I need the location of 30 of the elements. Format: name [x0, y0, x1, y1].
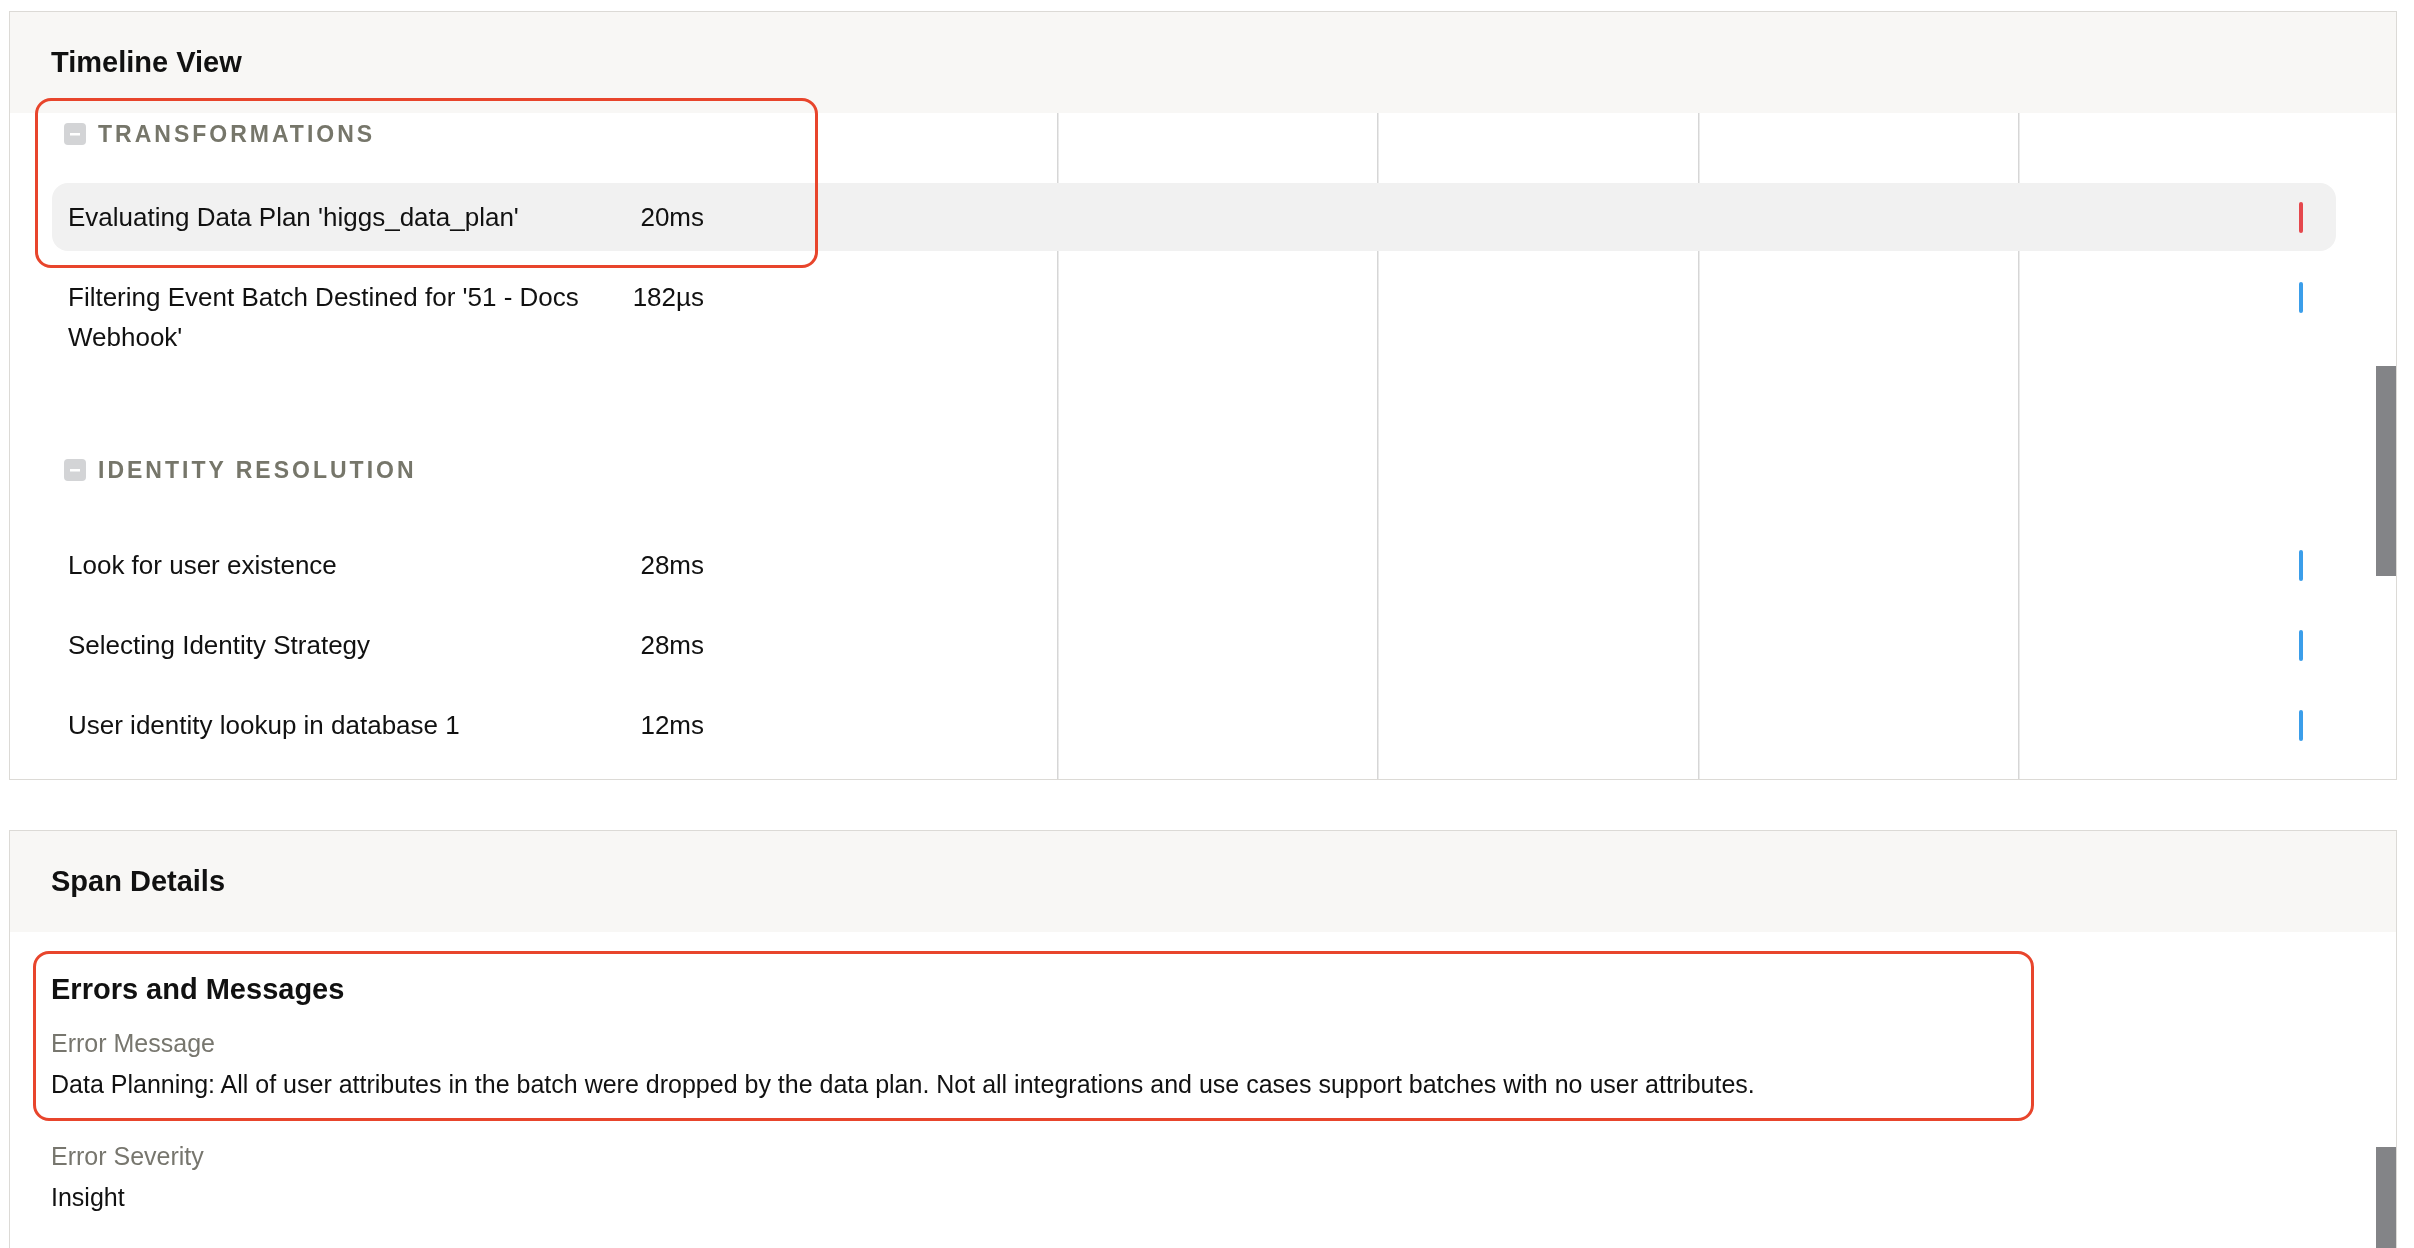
collapse-icon[interactable]: [64, 123, 86, 145]
span-row[interactable]: Selecting Identity Strategy 28ms: [52, 611, 2336, 679]
collapse-icon[interactable]: [64, 459, 86, 481]
span-name: Evaluating Data Plan 'higgs_data_plan': [68, 201, 520, 234]
span-row[interactable]: Look for user existence 28ms: [52, 531, 2336, 599]
panel-title: Timeline View: [51, 46, 242, 79]
scrollbar-thumb[interactable]: [2376, 366, 2396, 576]
span-name: Look for user existence: [68, 549, 338, 582]
span-duration: 28ms: [639, 549, 704, 582]
span-row[interactable]: Evaluating Data Plan 'higgs_data_plan' 20ms: [52, 183, 2336, 251]
span-row[interactable]: User identity lookup in database 1 12ms: [52, 691, 2336, 759]
span-name: Filtering Event Batch Destined for '51 - Docs Webhook': [68, 281, 580, 354]
section-heading: Errors and Messages: [51, 972, 346, 1007]
field-label: Error Message: [51, 1028, 216, 1059]
field-label: Error Severity: [51, 1141, 205, 1172]
span-duration: 28ms: [639, 629, 704, 662]
span-name: Selecting Identity Strategy: [68, 629, 372, 662]
span-name: User identity lookup in database 1: [68, 709, 461, 742]
group-label: IDENTITY RESOLUTION: [98, 456, 417, 484]
group-header[interactable]: IDENTITY RESOLUTION: [52, 449, 2336, 491]
span-row[interactable]: Filtering Event Batch Destined for '51 - Docs Webhook' 182µs: [52, 263, 2336, 371]
span-duration: 182µs: [631, 281, 704, 314]
scrollbar-thumb[interactable]: [2376, 1147, 2396, 1248]
group-label: TRANSFORMATIONS: [98, 120, 376, 148]
field-value: Insight: [51, 1182, 126, 1213]
field-value: Data Planning: All of user attributes in the batch were dropped by the data plan. Not all integrations and use cases support batches with no user attributes.: [51, 1069, 1756, 1100]
panel-title: Span Details: [51, 865, 226, 898]
span-duration: 20ms: [639, 201, 704, 234]
span-duration: 12ms: [639, 709, 704, 742]
group-header[interactable]: TRANSFORMATIONS: [52, 113, 2336, 155]
